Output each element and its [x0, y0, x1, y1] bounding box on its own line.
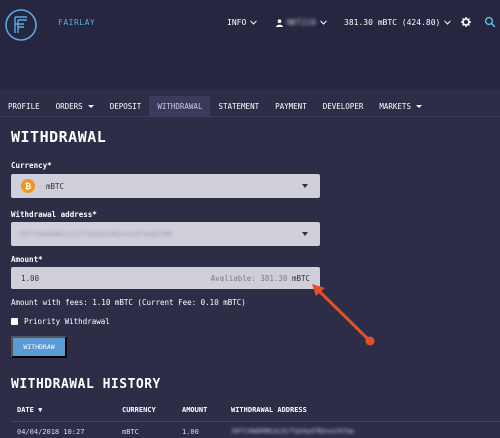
priority-label: Priority Withdrawal: [24, 317, 110, 326]
page-title: WITHDRAWAL: [11, 128, 107, 146]
currency-select[interactable]: ₿ mBTC: [11, 174, 320, 198]
available-prefix: Avaliable: 381.30: [210, 273, 288, 283]
address-value: 1KFfJ4m8hM6Lbj2LfTpG4y47N2ouo7bfaw0ZTW8: [19, 230, 172, 238]
tab-deposit[interactable]: DEPOSIT: [102, 96, 150, 116]
bitcoin-icon: ₿: [21, 179, 35, 193]
tab-withdrawal[interactable]: WITHDRAWAL: [149, 96, 211, 116]
tab-orders[interactable]: ORDERS: [48, 96, 102, 116]
fairlay-logo[interactable]: [4, 8, 38, 42]
chevron-down-icon: [444, 20, 452, 25]
username: NKT210: [287, 18, 316, 27]
tab-label: PAYMENT: [275, 101, 307, 111]
fees-summary: Amount with fees: 1.10 mBTC (Current Fee…: [11, 298, 246, 307]
dropdown-arrow-icon: [302, 232, 308, 236]
address-label: Withdrawal address*: [11, 210, 97, 219]
gear-icon[interactable]: [460, 16, 472, 28]
search-icon[interactable]: [484, 16, 496, 28]
history-row-address: 1KFfJ4m8hM6Lbj2LfTpG4y47N2ouo7bfaw: [231, 428, 354, 435]
tab-label: ORDERS: [55, 101, 83, 111]
column-header-amount: AMOUNT: [182, 406, 208, 414]
caret-down-icon: [415, 104, 422, 108]
tab-payment[interactable]: PAYMENT: [267, 96, 315, 116]
brand-name[interactable]: FAIRLAY: [58, 18, 95, 27]
priority-checkbox[interactable]: [11, 318, 18, 325]
column-header-currency: CURRENCY: [122, 406, 156, 414]
account-tabs: PROFILE ORDERS DEPOSIT WITHDRAWAL STATEM…: [0, 96, 500, 116]
tab-label: STATEMENT: [218, 101, 260, 111]
amount-value: 1.00: [21, 273, 40, 283]
currency-label: Currency*: [11, 161, 52, 170]
user-icon: [276, 18, 283, 27]
amount-input[interactable]: 1.00 Avaliable: 381.30 mBTC: [11, 267, 320, 289]
amount-label: Amount*: [11, 255, 43, 264]
currency-value: mBTC: [46, 181, 65, 191]
available-unit: mBTC: [291, 273, 310, 283]
history-row-currency: mBTC: [122, 428, 139, 436]
balance-menu[interactable]: 381.30 mBTC (424.80): [344, 18, 452, 27]
caret-down-icon: [87, 104, 94, 108]
balance-label: 381.30 mBTC (424.80): [344, 18, 441, 27]
tabs-divider: [0, 116, 500, 117]
available-balance: Avaliable: 381.30 mBTC: [211, 274, 310, 283]
withdraw-button[interactable]: WITHDRAW: [11, 336, 67, 358]
chevron-down-icon: [250, 20, 258, 25]
tab-statement[interactable]: STATEMENT: [210, 96, 267, 116]
chevron-down-icon: [320, 20, 327, 25]
tab-label: MARKETS: [379, 101, 411, 111]
history-title: WITHDRAWAL HISTORY: [11, 377, 161, 392]
column-header-date[interactable]: DATE ▼: [17, 406, 42, 414]
tab-label: PROFILE: [8, 101, 40, 111]
priority-withdrawal-option[interactable]: Priority Withdrawal: [11, 317, 110, 326]
tab-label: WITHDRAWAL: [157, 101, 203, 111]
column-header-address: WITHDRAWAL ADDRESS: [231, 406, 307, 414]
tab-markets[interactable]: MARKETS: [371, 96, 430, 116]
tab-developer[interactable]: DEVELOPER: [315, 96, 372, 116]
history-row-amount: 1.00: [182, 428, 199, 436]
history-row-date: 04/04/2018 10:27: [17, 428, 85, 436]
table-header-divider: [11, 421, 500, 422]
top-bar: FAIRLAY INFO NKT210 381.30 mBTC (424.80): [0, 0, 500, 90]
address-select[interactable]: 1KFfJ4m8hM6Lbj2LfTpG4y47N2ouo7bfaw0ZTW8: [11, 222, 320, 246]
tab-profile[interactable]: PROFILE: [0, 96, 48, 116]
info-menu[interactable]: INFO: [227, 18, 258, 27]
info-label: INFO: [227, 18, 247, 27]
user-menu[interactable]: NKT210: [276, 18, 327, 27]
tab-label: DEPOSIT: [109, 101, 142, 111]
dropdown-arrow-icon: [302, 184, 308, 188]
tab-label: DEVELOPER: [322, 101, 364, 111]
